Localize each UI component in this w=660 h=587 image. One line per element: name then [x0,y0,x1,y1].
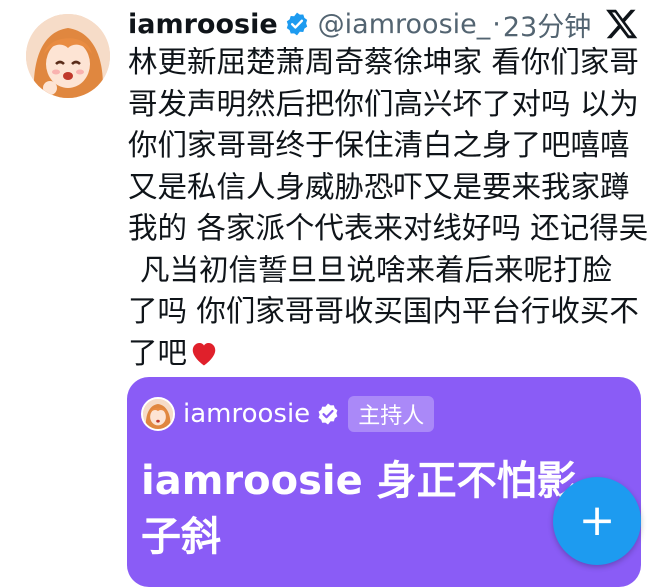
tweet-text-line: 了吗 你们家哥哥收买国内平台行收买不 [128,294,639,328]
space-card-header: iamroosie 主持人 [141,395,435,433]
tweet-text-line: 又是私信人身威胁恐吓又是要来我家蹲 [128,169,630,204]
tweet-text-line: 我的 各家派个代表来对线好吗 还记得吴 [128,211,649,245]
tweet-text-line: 了吧 [128,333,638,375]
verified-badge-icon [316,402,340,426]
display-name[interactable]: iamroosie [128,9,278,40]
tweet-header: iamroosie @iamroosie_ · 23分钟 [128,4,591,44]
tweet-text-segment: 凡当初信誓旦旦说啥来着后来呢打脸 [140,252,613,287]
space-card[interactable]: iamroosie 主持人 iamroosie 身正不怕影子斜 [127,377,641,587]
separator-dot: · [492,8,501,40]
user-avatar[interactable] [26,14,110,98]
tweet-text-line: 哥发声明然后把你们高兴坏了对吗 以为 [128,86,639,121]
compose-button[interactable]: + [553,477,641,565]
space-title: iamroosie 身正不怕影子斜 [141,458,577,560]
tweet-text-segment: 了吧 [128,335,188,370]
anime-girl-avatar-image [26,14,110,98]
tweet-text-line: 你们家哥哥终于保住清白之身了吧嘻嘻 [128,128,630,162]
host-name: iamroosie [183,399,311,429]
timestamp[interactable]: 23分钟 [503,5,591,44]
x-logo-icon[interactable] [604,6,640,42]
user-handle[interactable]: @iamroosie_ [318,9,491,40]
verified-badge-icon [284,11,310,37]
tweet-text-line: 林更新屈楚萧周奇蔡徐坤家 看你们家哥 [128,45,639,79]
red-heart-emoji [189,337,219,365]
plus-icon: + [578,495,616,546]
host-badge: 主持人 [348,396,435,432]
host-avatar [141,397,175,431]
tweet-text-line: 凡当初信誓旦旦说啥来着后来呢打脸 [128,250,638,292]
tweet-text: 林更新屈楚萧周奇蔡徐坤家 看你们家哥 哥发声明然后把你们高兴坏了对吗 以为 你们… [128,42,649,375]
tweet: iamroosie @iamroosie_ · 23分钟 林更新屈楚萧周奇蔡徐坤… [0,0,660,587]
